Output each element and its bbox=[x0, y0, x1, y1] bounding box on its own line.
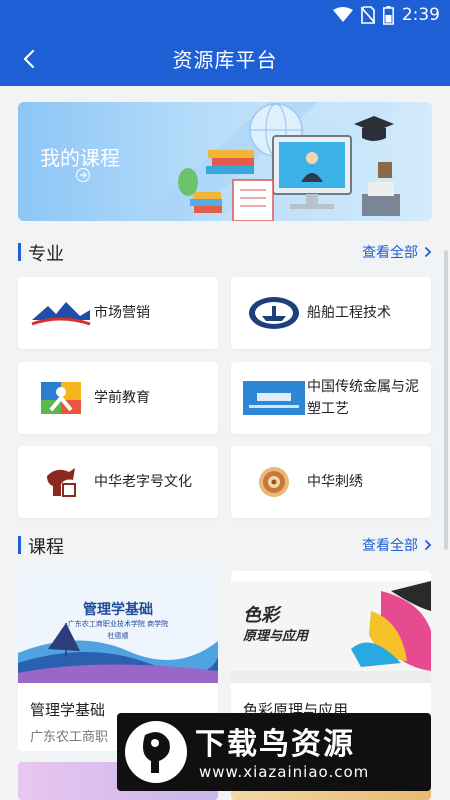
banner-label: 我的课程 bbox=[40, 146, 120, 170]
ship-logo-icon bbox=[243, 295, 305, 331]
bird-logo-icon bbox=[125, 721, 187, 783]
major-name: 中国传统金属与泥塑工艺 bbox=[307, 379, 419, 417]
view-all-label: 查看全部 bbox=[362, 538, 418, 554]
status-time: 2:39 bbox=[401, 5, 440, 25]
course-school: 广东农工商职 bbox=[30, 730, 109, 745]
courses-view-all-link[interactable]: 查看全部 bbox=[362, 535, 432, 555]
major-name: 学前教育 bbox=[94, 390, 150, 406]
majors-view-all-link[interactable]: 查看全部 bbox=[362, 242, 432, 262]
circle-arrow-icon bbox=[76, 168, 90, 182]
major-name: 市场营销 bbox=[94, 305, 150, 321]
battery-icon bbox=[382, 5, 394, 25]
majors-section-header: 专业 查看全部 bbox=[18, 239, 432, 265]
major-card-marketing[interactable]: 市场营销 bbox=[18, 277, 218, 349]
watermark-url: www.xiazainiao.com bbox=[199, 763, 370, 781]
major-card-preschool[interactable]: 学前教育 bbox=[18, 362, 218, 434]
major-card-metal-craft[interactable]: 中国传统金属与泥塑工艺 bbox=[231, 362, 431, 434]
thumb-title: 色彩 bbox=[243, 605, 279, 626]
wifi-icon bbox=[332, 7, 353, 22]
major-name: 中华老字号文化 bbox=[94, 474, 192, 490]
view-all-label: 查看全部 bbox=[362, 245, 418, 261]
no-sim-icon bbox=[360, 6, 375, 24]
major-name: 中华刺绣 bbox=[307, 474, 363, 490]
section-accent-bar bbox=[18, 243, 21, 261]
majors-section-title: 专业 bbox=[28, 244, 64, 265]
thumb-title: 管理学基础 bbox=[83, 602, 153, 618]
major-card-ship-engineering[interactable]: 船舶工程技术 bbox=[231, 277, 431, 349]
section-accent-bar bbox=[18, 536, 21, 554]
thumb-school: 广东农工商职业技术学院 商学院 bbox=[67, 620, 169, 628]
embroidery-logo-icon bbox=[243, 464, 305, 500]
thumb-subtitle: 原理与应用 bbox=[243, 629, 309, 644]
watermark-overlay: 下载鸟资源 www.xiazainiao.com bbox=[117, 713, 431, 791]
market-logo-icon bbox=[30, 295, 92, 331]
app-bar: 资源库平台 bbox=[0, 30, 450, 86]
watermark-title: 下载鸟资源 bbox=[195, 727, 355, 762]
scrollbar[interactable] bbox=[444, 250, 448, 550]
page-title: 资源库平台 bbox=[172, 48, 278, 72]
chevron-right-icon bbox=[424, 539, 432, 551]
major-card-embroidery[interactable]: 中华刺绣 bbox=[231, 446, 431, 518]
course-title: 管理学基础 bbox=[30, 701, 106, 719]
chevron-right-icon bbox=[424, 246, 432, 258]
course-thumbnail: 色彩 原理与应用 bbox=[231, 571, 431, 683]
brand-culture-logo-icon bbox=[30, 464, 92, 500]
preschool-logo-icon bbox=[30, 380, 92, 416]
major-name: 船舶工程技术 bbox=[307, 305, 391, 321]
major-card-brand-culture[interactable]: 中华老字号文化 bbox=[18, 446, 218, 518]
course-thumbnail: 管理学基础 广东农工商职业技术学院 商学院 杜德顺 bbox=[18, 571, 218, 683]
my-courses-banner[interactable]: 我的课程 bbox=[18, 102, 432, 221]
thumb-teacher: 杜德顺 bbox=[107, 632, 129, 640]
status-icons: 2:39 bbox=[332, 4, 440, 26]
status-bar: 2:39 bbox=[0, 0, 450, 30]
metal-craft-logo-icon bbox=[243, 380, 305, 416]
courses-section-header: 课程 查看全部 bbox=[18, 532, 432, 558]
courses-section-title: 课程 bbox=[28, 537, 64, 558]
